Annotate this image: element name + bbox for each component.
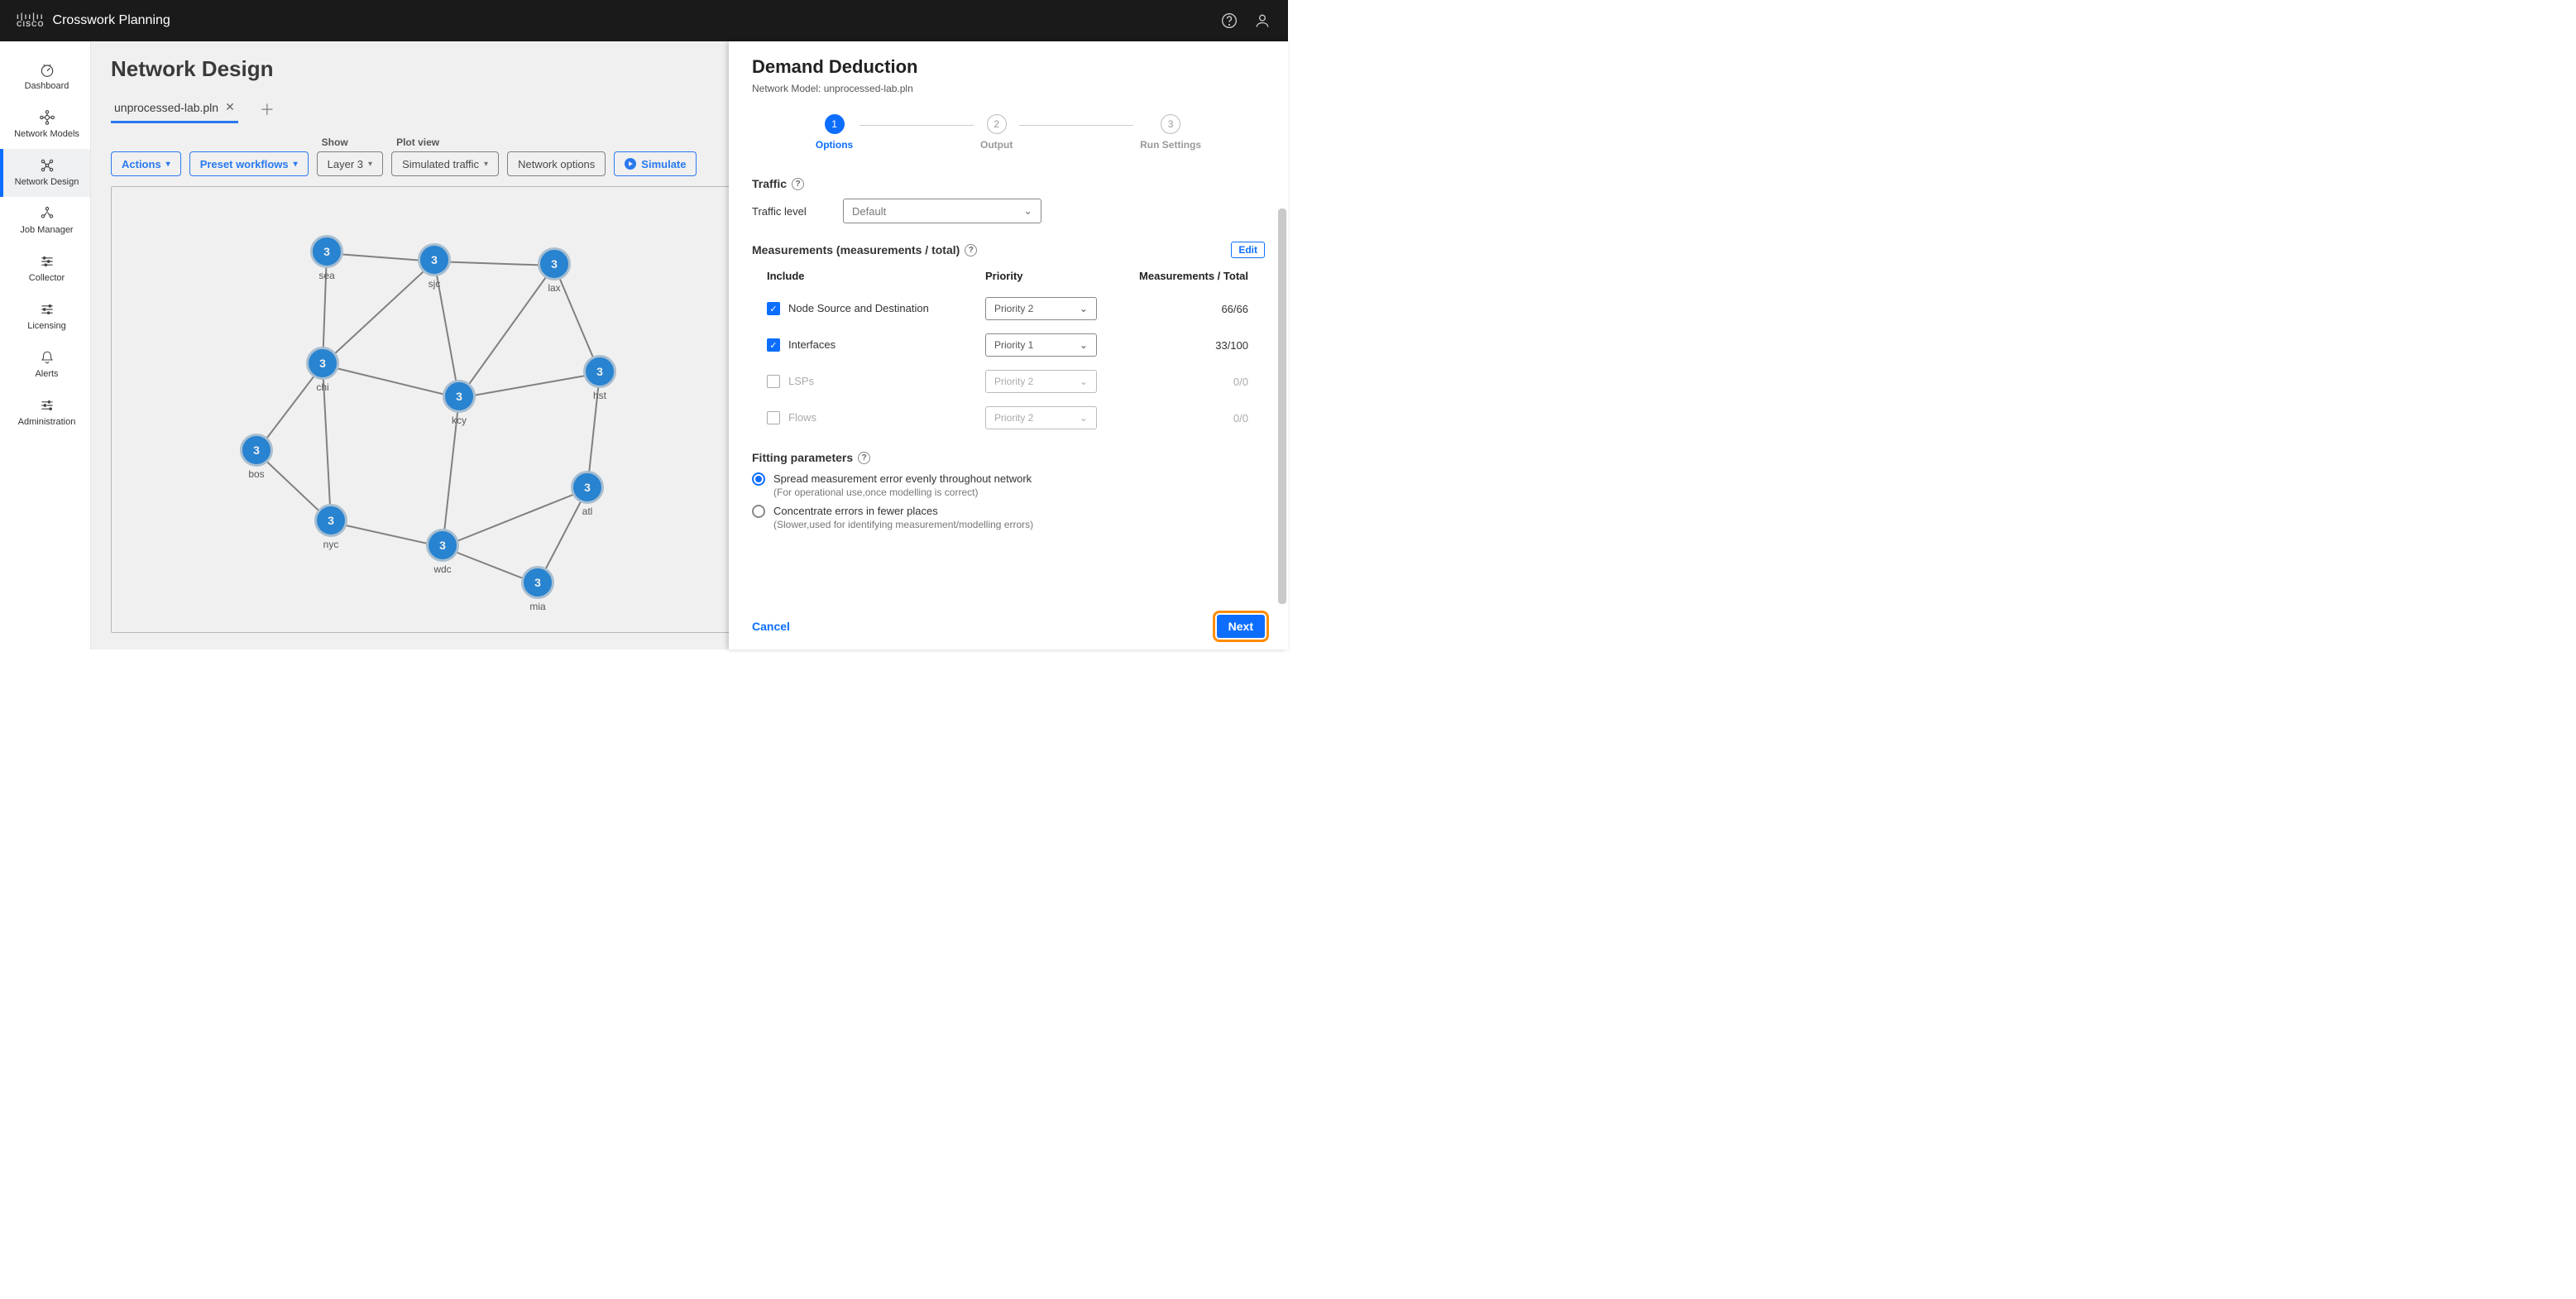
chevron-down-icon: ⌄ <box>1080 303 1088 314</box>
help-icon[interactable] <box>1220 12 1238 30</box>
col-mt: Measurements / Total <box>1100 261 1265 290</box>
fitting-option-concentrate[interactable]: Concentrate errors in fewer places(Slowe… <box>752 505 1265 530</box>
node-nyc[interactable]: 3nyc <box>314 504 347 550</box>
node-sjc[interactable]: 3sjc <box>418 243 451 290</box>
brand: ı|ıı|ııCISCO Crosswork Planning <box>17 13 170 28</box>
nav-label: Network Design <box>15 177 79 187</box>
col-include: Include <box>752 261 982 290</box>
chevron-down-icon: ⌄ <box>1080 376 1088 387</box>
panel-footer: Cancel Next <box>729 603 1288 650</box>
nav-label: Dashboard <box>25 81 69 91</box>
show-select[interactable]: Layer 3▾ <box>317 151 383 176</box>
node-hst[interactable]: 3hst <box>583 355 616 401</box>
cancel-button[interactable]: Cancel <box>752 620 790 633</box>
measurements-table: Include Priority Measurements / Total ✓N… <box>752 261 1265 436</box>
measurements-section-title: Measurements (measurements / total)? <box>752 243 977 256</box>
edit-button[interactable]: Edit <box>1231 242 1265 258</box>
nav-dashboard[interactable]: Dashboard <box>0 53 90 101</box>
fitting-section-title: Fitting parameters? <box>752 451 1265 464</box>
nav-label: Licensing <box>27 321 65 331</box>
radio-icon[interactable] <box>752 472 765 486</box>
top-bar: ı|ıı|ııCISCO Crosswork Planning <box>0 0 1288 41</box>
node-wdc[interactable]: 3wdc <box>426 529 459 575</box>
chevron-down-icon: ⌄ <box>1080 412 1088 424</box>
include-checkbox[interactable] <box>767 375 780 388</box>
traffic-section-title: Traffic? <box>752 177 1265 190</box>
priority-select: Priority 2⌄ <box>985 406 1097 429</box>
priority-select[interactable]: Priority 1⌄ <box>985 333 1097 357</box>
traffic-level-select[interactable]: Default⌄ <box>843 199 1041 223</box>
node-atl[interactable]: 3atl <box>571 471 604 517</box>
panel-subtitle: Network Model: unprocessed-lab.pln <box>752 83 1265 94</box>
nav-label: Alerts <box>35 369 58 379</box>
scrollbar[interactable] <box>1278 209 1286 604</box>
chevron-down-icon: ⌄ <box>1023 204 1032 218</box>
include-checkbox[interactable] <box>767 411 780 424</box>
cisco-logo: ı|ıı|ııCISCO <box>17 15 45 26</box>
nav-label: Job Manager <box>20 225 73 235</box>
product-name: Crosswork Planning <box>53 13 170 28</box>
fitting-option-spread[interactable]: Spread measurement error evenly througho… <box>752 472 1265 498</box>
file-tab[interactable]: unprocessed-lab.pln ✕ <box>111 95 238 123</box>
help-icon[interactable]: ? <box>792 178 804 190</box>
nav-administration[interactable]: Administration <box>0 389 90 437</box>
priority-select[interactable]: Priority 2⌄ <box>985 297 1097 320</box>
col-priority: Priority <box>982 261 1100 290</box>
close-icon[interactable]: ✕ <box>225 100 235 114</box>
nav-licensing[interactable]: Licensing <box>0 293 90 341</box>
demand-deduction-panel: Demand Deduction Network Model: unproces… <box>729 41 1288 650</box>
file-tab-label: unprocessed-lab.pln <box>114 101 218 114</box>
nav-network-models[interactable]: Network Models <box>0 101 90 149</box>
nav-collector[interactable]: Collector <box>0 245 90 293</box>
step-output[interactable]: 2Output <box>974 114 1019 151</box>
add-tab-button[interactable]: ＋ <box>256 93 278 125</box>
priority-select: Priority 2⌄ <box>985 370 1097 393</box>
node-sea[interactable]: 3sea <box>310 235 343 281</box>
node-kcy[interactable]: 3kcy <box>443 380 476 426</box>
nav-label: Network Models <box>14 129 79 139</box>
chevron-down-icon: ⌄ <box>1080 339 1088 351</box>
include-checkbox[interactable]: ✓ <box>767 302 780 315</box>
plot-view-label: Plot view <box>396 137 499 148</box>
step-run-settings[interactable]: 3Run Settings <box>1133 114 1208 151</box>
help-icon[interactable]: ? <box>965 244 977 256</box>
user-icon[interactable] <box>1253 12 1271 30</box>
show-label: Show <box>322 137 383 148</box>
preset-workflows-button[interactable]: Preset workflows▾ <box>189 151 309 176</box>
nav-alerts[interactable]: Alerts <box>0 341 90 389</box>
side-nav: Dashboard Network Models Network Design … <box>0 41 91 650</box>
radio-icon[interactable] <box>752 505 765 518</box>
table-row: Flows Priority 2⌄ 0/0 <box>752 400 1265 436</box>
nav-label: Collector <box>29 273 65 283</box>
play-icon <box>625 158 636 170</box>
traffic-level-label: Traffic level <box>752 205 826 218</box>
table-row: LSPs Priority 2⌄ 0/0 <box>752 363 1265 400</box>
help-icon[interactable]: ? <box>858 452 870 464</box>
table-row: ✓Node Source and Destination Priority 2⌄… <box>752 290 1265 327</box>
panel-title: Demand Deduction <box>752 56 1265 78</box>
node-bos[interactable]: 3bos <box>240 434 273 480</box>
nav-label: Administration <box>18 417 76 427</box>
node-lax[interactable]: 3lax <box>538 247 571 294</box>
step-options[interactable]: 1Options <box>809 114 859 151</box>
simulate-button[interactable]: Simulate <box>614 151 697 176</box>
nav-job-manager[interactable]: Job Manager <box>0 197 90 245</box>
actions-button[interactable]: Actions▾ <box>111 151 181 176</box>
table-row: ✓Interfaces Priority 1⌄ 33/100 <box>752 327 1265 363</box>
next-button[interactable]: Next <box>1217 615 1265 638</box>
plot-view-select[interactable]: Simulated traffic▾ <box>391 151 499 176</box>
network-options-button[interactable]: Network options <box>507 151 606 176</box>
node-chi[interactable]: 3chi <box>306 347 339 393</box>
wizard-stepper: 1Options 2Output 3Run Settings <box>729 101 1288 156</box>
node-mia[interactable]: 3mia <box>521 566 554 612</box>
include-checkbox[interactable]: ✓ <box>767 338 780 352</box>
nav-network-design[interactable]: Network Design <box>0 149 90 197</box>
